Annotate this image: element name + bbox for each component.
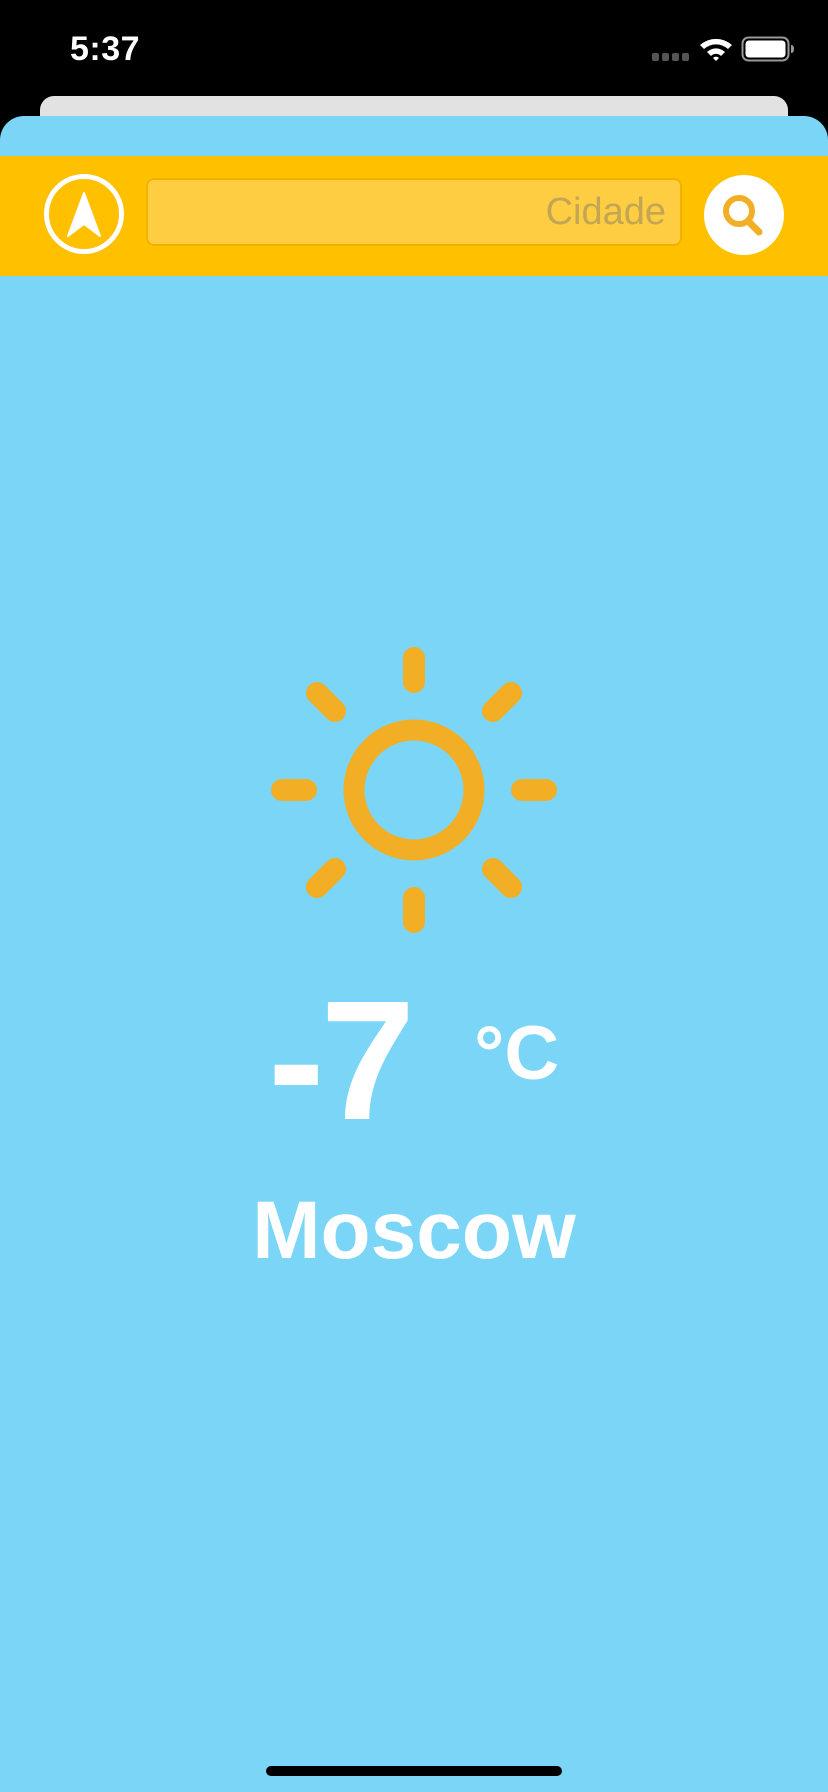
weather-sheet: -7 °C Moscow bbox=[0, 116, 828, 1792]
status-bar: 5:37 bbox=[0, 0, 828, 96]
status-time: 5:37 bbox=[70, 30, 141, 68]
home-indicator[interactable] bbox=[266, 1766, 562, 1776]
city-search-input[interactable] bbox=[146, 178, 682, 246]
wifi-icon bbox=[700, 38, 732, 61]
battery-icon bbox=[741, 36, 794, 62]
search-header bbox=[0, 156, 828, 276]
search-button[interactable] bbox=[704, 175, 784, 255]
temperature-value: -7 bbox=[268, 966, 415, 1156]
city-name: Moscow bbox=[252, 1185, 576, 1276]
temperature-row: -7 °C bbox=[0, 966, 828, 1156]
magnifier-icon bbox=[723, 195, 763, 236]
sun-icon bbox=[271, 647, 557, 933]
app-screen: 5:37 Cidade -7 °C Moscow bbox=[0, 0, 828, 1792]
location-arrow-icon bbox=[67, 192, 101, 237]
current-location-button[interactable] bbox=[44, 174, 124, 254]
temperature-unit: °C bbox=[474, 1011, 560, 1096]
signal-icon bbox=[652, 53, 689, 61]
